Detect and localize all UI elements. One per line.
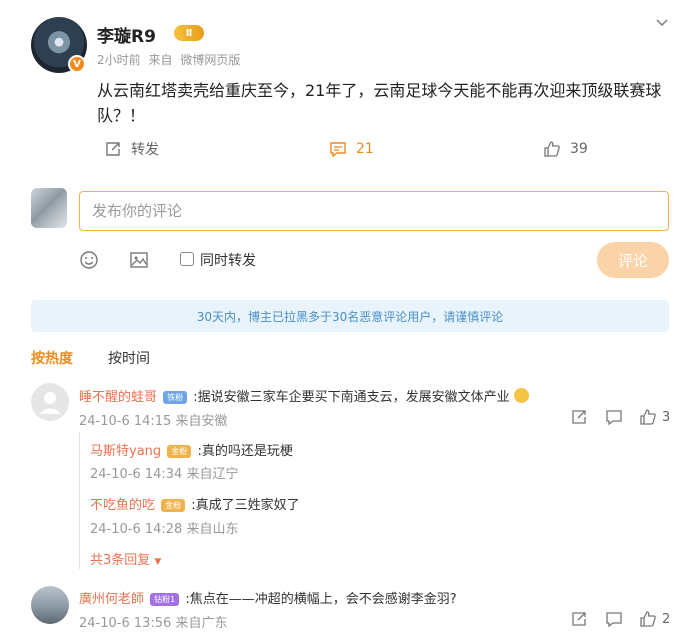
fan-badge: 铁粉 xyxy=(163,391,188,404)
comment-text: :焦点在——冲超的横幅上，会不会感谢李金羽? xyxy=(185,592,457,607)
more-replies-label: 共3条回复 xyxy=(90,553,151,568)
comment-text: :据说安徽三家车企要买下南通支云，发展安徽文体产业 xyxy=(193,390,510,405)
repost-checkbox[interactable] xyxy=(180,252,194,266)
post-meta: 2小时前 来自 微博网页版 xyxy=(97,51,240,68)
image-icon[interactable] xyxy=(129,250,149,270)
comment-count: 21 xyxy=(356,141,374,157)
caret-down-icon: ▼ xyxy=(154,557,162,567)
reply-author-name[interactable]: 不吃鱼的吃 xyxy=(90,498,155,513)
post-text: 从云南红塔卖壳给重庆至今，21年了，云南足球今天能不能再次迎来顶级联赛球队？！ xyxy=(97,81,662,125)
comment-body: 睡不醒的蛙哥 铁粉 :据说安徽三家车企要买下南通支云，发展安徽文体产业 xyxy=(79,386,529,405)
commenter-name[interactable]: 廣州何老師 xyxy=(79,592,144,607)
emoji-icon[interactable] xyxy=(79,250,99,270)
comment-like-count: 3 xyxy=(662,410,671,425)
reply-time: 24-10-6 14:28 来自山东 xyxy=(90,522,239,537)
thumbs-up-icon xyxy=(544,141,560,157)
comment-icon[interactable] xyxy=(605,610,623,628)
comment-notice: 30天内，博主已拉黑多于30名恶意评论用户，请谨慎评论 xyxy=(31,300,669,332)
repost-icon[interactable] xyxy=(570,610,588,628)
reply-text: :真成了三姓家奴了 xyxy=(191,498,300,513)
commenter-name[interactable]: 睡不醒的蛙哥 xyxy=(79,390,157,405)
reply-body: 不吃鱼的吃 金粉 :真成了三姓家奴了 xyxy=(90,494,300,513)
reply-text: :真的吗还是玩梗 xyxy=(197,444,293,459)
chevron-down-icon[interactable] xyxy=(654,14,670,30)
more-replies-link[interactable]: 共3条回复 ▼ xyxy=(90,549,161,568)
reply-body: 马斯特yang 金粉 :真的吗还是玩梗 xyxy=(90,440,293,459)
post-source-label: 来自 xyxy=(148,53,173,67)
thumbs-up-icon[interactable] xyxy=(639,610,657,628)
like-button[interactable]: 39 xyxy=(543,139,588,159)
tab-sort-time[interactable]: 按时间 xyxy=(108,348,150,368)
submit-comment-button[interactable]: 评论 xyxy=(597,242,669,278)
level-badge: Ⅱ xyxy=(174,25,204,41)
repost-label: 转发 xyxy=(131,142,159,158)
author-name[interactable]: 李璇R9 xyxy=(97,22,156,47)
post-time: 2小时前 xyxy=(97,53,141,67)
tab-sort-hot[interactable]: 按热度 xyxy=(31,348,73,368)
current-user-avatar xyxy=(31,188,67,228)
repost-icon[interactable] xyxy=(570,408,588,426)
like-count: 39 xyxy=(570,141,588,157)
fan-badge: 金粉 xyxy=(161,499,186,512)
commenter-avatar[interactable] xyxy=(31,586,69,624)
comment-like-count: 2 xyxy=(662,612,671,627)
fan-badge: 金粉 xyxy=(167,445,192,458)
fan-badge: 钻粉1 xyxy=(150,593,180,606)
grin-emoji-icon xyxy=(513,388,529,403)
reply-thread-rail xyxy=(79,432,80,569)
reply-time: 24-10-6 14:34 来自辽宁 xyxy=(90,467,239,482)
repost-button[interactable]: 转发 xyxy=(104,139,159,159)
comment-body: 廣州何老師 钻粉1 :焦点在——冲超的横幅上，会不会感谢李金羽? xyxy=(79,588,457,607)
comment-button[interactable]: 21 xyxy=(329,139,374,159)
comment-icon[interactable] xyxy=(605,408,623,426)
default-avatar-icon xyxy=(39,392,61,414)
repost-checkbox-label[interactable]: 同时转发 xyxy=(200,250,256,270)
verified-badge-icon: V xyxy=(68,55,86,73)
repost-icon xyxy=(106,142,120,156)
comment-input[interactable] xyxy=(79,191,669,231)
post-client[interactable]: 微博网页版 xyxy=(180,53,240,67)
comment-icon xyxy=(330,142,346,158)
comment-time: 24-10-6 13:56 来自广东 xyxy=(79,616,228,631)
commenter-avatar[interactable] xyxy=(31,383,69,421)
thumbs-up-icon[interactable] xyxy=(639,408,657,426)
comment-time: 24-10-6 14:15 来自安徽 xyxy=(79,414,228,429)
reply-author-name[interactable]: 马斯特yang xyxy=(90,444,161,459)
